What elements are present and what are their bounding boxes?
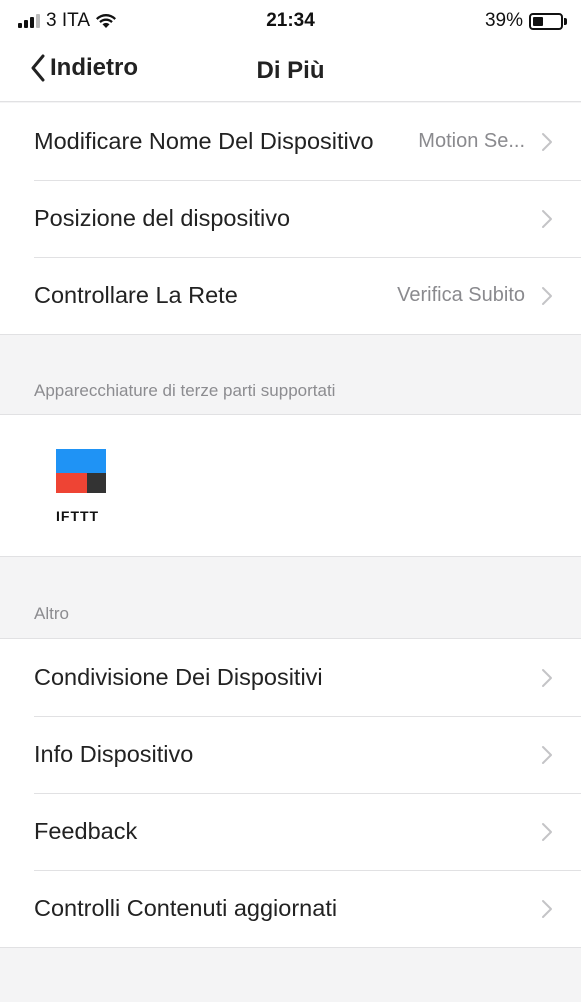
chevron-right-icon [542, 668, 552, 687]
device-location-row[interactable]: Posizione del dispositivo [0, 180, 581, 257]
chevron-right-icon [542, 132, 552, 151]
row-label: Info Dispositivo [34, 741, 194, 767]
chevron-left-icon [31, 54, 45, 82]
row-label: Controllare La Rete [34, 282, 238, 308]
device-name-row[interactable]: Modificare Nome Del Dispositivo Motion S… [0, 103, 581, 180]
device-info-row[interactable]: Info Dispositivo [0, 716, 581, 793]
status-bar: 3 ITA 21:34 39% [0, 0, 581, 40]
row-label: Condivisione Dei Dispositivi [34, 664, 323, 690]
back-label: Indietro [50, 54, 138, 81]
feedback-row[interactable]: Feedback [0, 793, 581, 870]
navigation-bar: Indietro Di Più [0, 40, 581, 102]
back-button[interactable]: Indietro [30, 54, 138, 82]
network-check-row[interactable]: Controllare La Rete Verifica Subito [0, 257, 581, 334]
battery-cap [564, 17, 567, 25]
chevron-right-icon [542, 286, 552, 305]
battery-percent: 39% [484, 10, 523, 31]
row-label: Modificare Nome Del Dispositivo [34, 128, 374, 154]
third-party-header: Apparecchiature di terze parti supportat… [34, 381, 336, 400]
other-group: Condivisione Dei Dispositivi Info Dispos… [0, 638, 581, 948]
device-sharing-row[interactable]: Condivisione Dei Dispositivi [0, 639, 581, 716]
row-label: Controlli Contenuti aggiornati [34, 895, 338, 921]
chevron-right-icon [542, 209, 552, 228]
chevron-right-icon [542, 899, 552, 918]
ifttt-logo-icon [56, 449, 106, 493]
row-value: Motion Se... [418, 130, 525, 152]
third-party-panel: IFTTT [0, 414, 581, 557]
other-header: Altro [34, 604, 69, 623]
ifttt-label: IFTTT [56, 508, 100, 524]
row-label: Feedback [34, 818, 138, 844]
status-right: 39% [485, 10, 567, 32]
row-value: Verifica Subito [397, 284, 525, 306]
check-updates-row[interactable]: Controlli Contenuti aggiornati [0, 870, 581, 947]
chevron-right-icon [542, 745, 552, 764]
row-label: Posizione del dispositivo [34, 205, 291, 231]
chevron-right-icon [542, 822, 552, 841]
battery-icon [529, 12, 563, 30]
ifttt-service-tile[interactable]: IFTTT [56, 449, 106, 529]
device-settings-group: Modificare Nome Del Dispositivo Motion S… [0, 103, 581, 335]
